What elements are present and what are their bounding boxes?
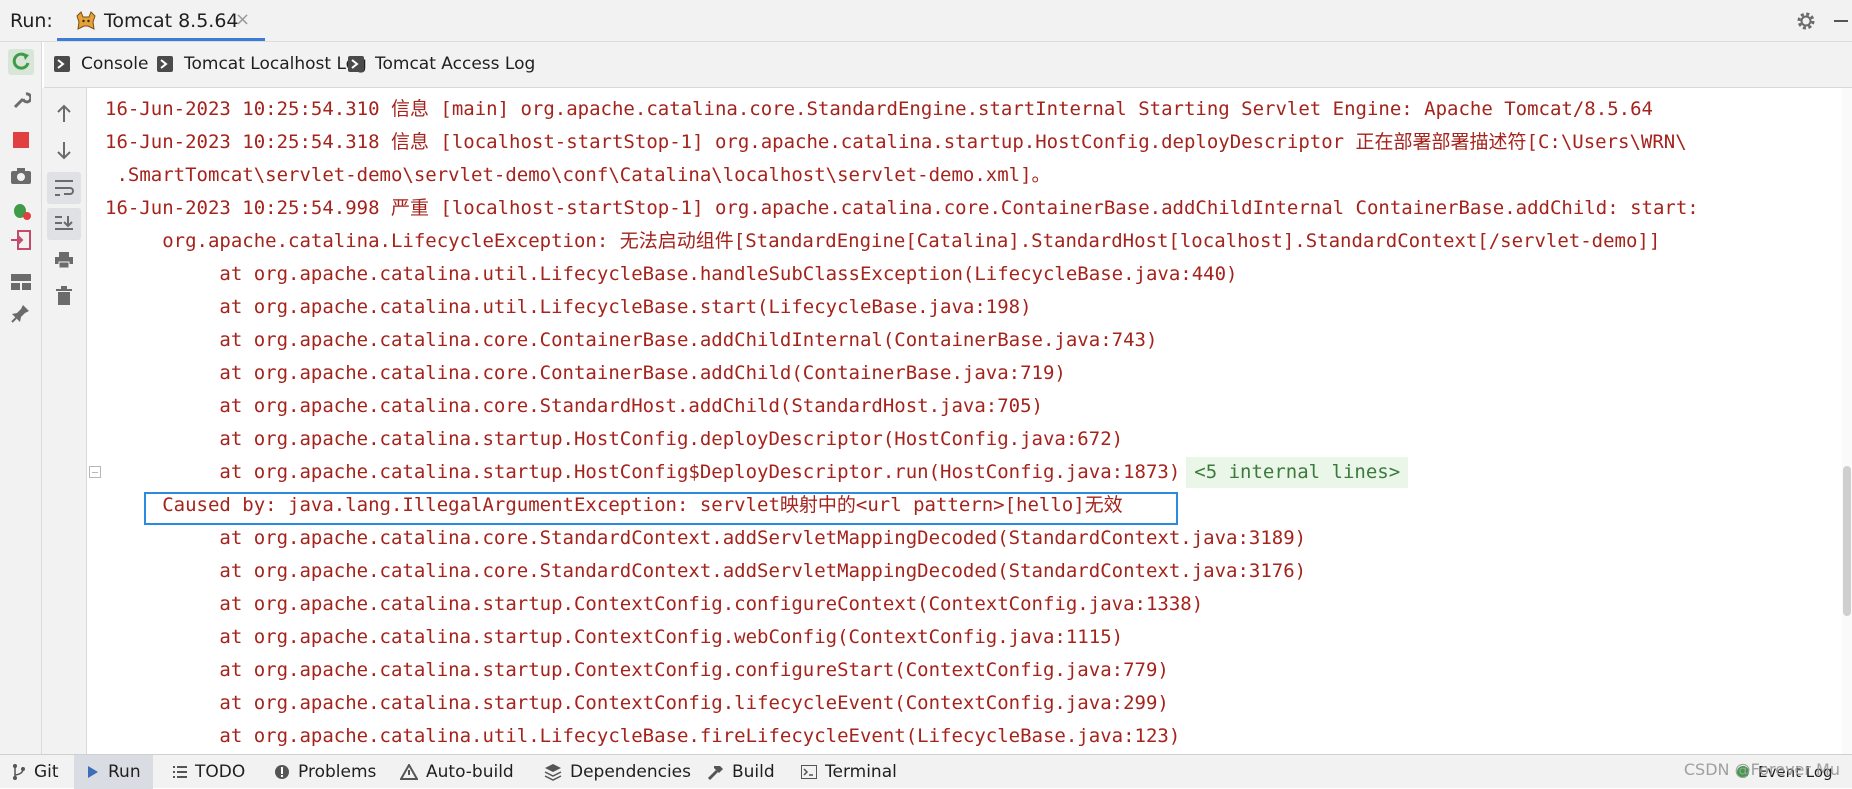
bottom-tab-terminal[interactable]: Terminal — [801, 755, 897, 789]
console-tabs: Console Tomcat Localhost Log Tomcat Acce… — [44, 42, 1852, 88]
run-toolwindow-header: Run: Tomcat 8.5.64 × — [0, 0, 1852, 42]
bottom-tab-dependencies[interactable]: Dependencies — [544, 755, 691, 789]
bottom-tab-label: Run — [108, 762, 141, 782]
console-line: at org.apache.catalina.util.LifecycleBas… — [105, 263, 1238, 285]
console-line: at org.apache.catalina.startup.HostConfi… — [105, 428, 1124, 450]
bottom-tab-label: Dependencies — [570, 762, 691, 782]
console-icon — [54, 56, 70, 72]
tab-localhost-log[interactable]: Tomcat Localhost Log — [157, 54, 367, 74]
git-branch-icon — [13, 764, 25, 780]
tab-access-log-label: Tomcat Access Log — [375, 54, 536, 74]
tab-console[interactable]: Console — [54, 54, 149, 74]
hide-icon[interactable] — [1834, 20, 1848, 22]
soft-wrap-icon[interactable] — [47, 172, 81, 204]
bottom-tab-label: Terminal — [825, 762, 897, 782]
console-line: 16-Jun-2023 10:25:54.310 信息 [main] org.a… — [105, 98, 1653, 120]
fold-toggle-icon[interactable] — [89, 466, 101, 478]
error-highlight-box — [144, 492, 1178, 525]
hammer-icon — [707, 766, 723, 781]
scrollbar-thumb[interactable] — [1843, 466, 1851, 616]
bottom-tab-label: Git — [34, 762, 59, 782]
debug-icon[interactable] — [8, 197, 34, 223]
console-line: .SmartTomcat\servlet-demo\servlet-demo\c… — [105, 164, 1051, 186]
console-output[interactable]: 16-Jun-2023 10:25:54.310 信息 [main] org.a… — [87, 88, 1852, 754]
bottom-tab-auto-build[interactable]: Auto-build — [400, 755, 514, 789]
run-label: Run: — [10, 10, 53, 32]
tab-tomcat[interactable]: Tomcat 8.5.64 × — [57, 0, 265, 41]
console-line: at org.apache.catalina.util.LifecycleBas… — [105, 725, 1181, 747]
console-icon — [157, 56, 173, 72]
arrow-down-icon[interactable] — [51, 138, 77, 164]
terminal-icon — [801, 765, 817, 779]
console-toolbar — [42, 88, 87, 754]
bottom-tab-todo[interactable]: TODO — [173, 755, 245, 789]
tab-localhost-log-label: Tomcat Localhost Log — [184, 54, 367, 74]
stop-icon[interactable] — [8, 127, 34, 153]
console-icon — [348, 56, 364, 72]
console-line: at org.apache.catalina.core.StandardCont… — [105, 527, 1307, 549]
run-left-toolbar — [0, 42, 42, 754]
wrench-icon[interactable] — [8, 87, 34, 113]
print-icon[interactable] — [51, 247, 77, 273]
console-line: at org.apache.catalina.startup.ContextCo… — [105, 626, 1124, 648]
watermark: CSDN @Forever Mu — [1683, 760, 1840, 779]
console-line: at org.apache.catalina.startup.ContextCo… — [105, 659, 1169, 681]
exit-icon[interactable] — [8, 227, 34, 253]
tab-access-log[interactable]: Tomcat Access Log — [348, 54, 535, 74]
bottom-toolwindow-bar: Git Run TODO Problems Auto-build Depende… — [0, 754, 1852, 789]
bottom-tab-run[interactable]: Run — [74, 755, 153, 789]
console-line: at org.apache.catalina.util.LifecycleBas… — [105, 296, 1032, 318]
layout-icon[interactable] — [8, 269, 34, 295]
console-line: at org.apache.catalina.startup.ContextCo… — [105, 692, 1169, 714]
bottom-tab-build[interactable]: Build — [706, 755, 775, 789]
console-line: at org.apache.catalina.core.StandardHost… — [105, 395, 1043, 417]
console-line: org.apache.catalina.LifecycleException: … — [105, 230, 1661, 252]
console-line: 16-Jun-2023 10:25:54.318 信息 [localhost-s… — [105, 131, 1687, 153]
console-line: at org.apache.catalina.core.StandardCont… — [105, 560, 1307, 582]
console-line: at org.apache.catalina.core.ContainerBas… — [105, 362, 1066, 384]
bottom-tab-label: Problems — [298, 762, 377, 782]
scrollbar[interactable] — [1842, 88, 1852, 754]
gear-icon[interactable] — [1794, 9, 1818, 33]
internal-lines-fold[interactable]: <5 internal lines> — [1186, 457, 1409, 488]
arrow-up-icon[interactable] — [51, 100, 77, 126]
close-icon[interactable]: × — [235, 9, 250, 30]
camera-icon[interactable] — [8, 163, 34, 189]
dependencies-icon — [544, 764, 562, 781]
console-line: at org.apache.catalina.startup.ContextCo… — [105, 593, 1204, 615]
bottom-tab-git[interactable]: Git — [12, 755, 67, 789]
console-line: 16-Jun-2023 10:25:54.998 严重 [localhost-s… — [105, 197, 1699, 219]
warning-icon — [400, 764, 418, 780]
console-line: at org.apache.catalina.core.ContainerBas… — [105, 329, 1158, 351]
rerun-icon[interactable] — [8, 49, 34, 75]
todo-icon — [173, 766, 187, 778]
run-icon — [88, 766, 98, 778]
console-line-with-fold: at org.apache.catalina.startup.HostConfi… — [105, 456, 1409, 489]
bottom-tab-label: Auto-build — [426, 762, 514, 782]
pin-icon[interactable] — [8, 300, 34, 326]
problems-icon — [275, 765, 289, 779]
bottom-tab-label: Build — [732, 762, 775, 782]
tab-title: Tomcat 8.5.64 — [104, 10, 239, 32]
trash-icon[interactable] — [51, 283, 77, 309]
tab-console-label: Console — [81, 54, 149, 74]
scroll-to-end-icon[interactable] — [47, 208, 81, 240]
console-line: at org.apache.catalina.startup.HostConfi… — [105, 461, 1181, 483]
bottom-tab-label: TODO — [195, 762, 246, 782]
tomcat-icon — [76, 11, 96, 30]
bottom-tab-problems[interactable]: Problems — [274, 755, 376, 789]
